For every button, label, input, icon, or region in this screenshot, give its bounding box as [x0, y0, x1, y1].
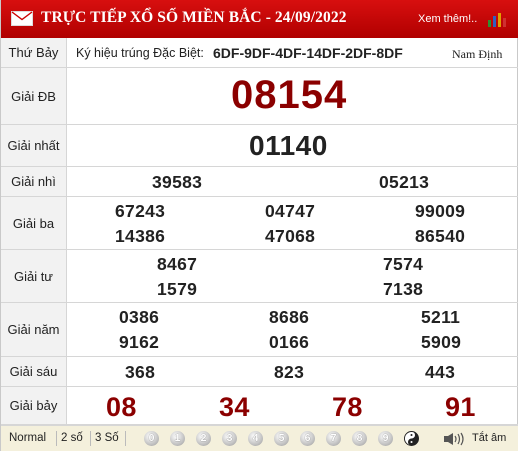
prize-number: 67243 [115, 201, 166, 221]
prize-number: 5211 [421, 307, 461, 327]
mute-button[interactable]: Tắt âm [472, 432, 506, 444]
prize-number: 1579 [157, 279, 198, 299]
prize-label: Giải năm [1, 303, 67, 356]
prize-row-special: Giải ĐB 08154 [1, 68, 518, 125]
digit-ball-2[interactable]: 2 [196, 431, 211, 446]
prize-label: Giải ba [1, 197, 67, 249]
prize-number: 9162 [119, 332, 160, 352]
prize-number: 47068 [265, 226, 316, 246]
prize-number: 86540 [415, 226, 466, 246]
prize-number: 823 [274, 362, 305, 382]
three-digit-mode-button[interactable]: 3 Số [95, 432, 119, 444]
prize-row-third: Giải ba 67243 04747 99009 14386 47068 86… [1, 197, 518, 250]
prize-number: 34 [219, 392, 250, 422]
digit-ball-0[interactable]: 0 [144, 431, 159, 446]
speaker-icon[interactable] [443, 432, 467, 446]
digit-ball-8[interactable]: 8 [352, 431, 367, 446]
two-digit-mode-button[interactable]: 2 số [61, 432, 83, 444]
digit-ball-3[interactable]: 3 [222, 431, 237, 446]
mail-icon [11, 11, 33, 26]
prize-number: 8686 [269, 307, 310, 327]
prize-label: Giải sáu [1, 357, 67, 386]
prize-number: 39583 [152, 172, 203, 192]
prize-number: 368 [125, 362, 156, 382]
prize-row-first: Giải nhất 01140 [1, 125, 518, 167]
prize-number: 14386 [115, 226, 166, 246]
prize-number: 0166 [269, 332, 310, 352]
prize-number: 99009 [415, 201, 466, 221]
special-codes: 6DF-9DF-4DF-14DF-2DF-8DF [213, 45, 403, 61]
display-toolbar: Normal 2 số 3 Số 0 1 2 3 4 5 6 7 8 9 Tắt… [1, 425, 518, 451]
prize-row-fifth: Giải năm 0386 8686 5211 9162 0166 5909 [1, 303, 518, 357]
header-title: TRỰC TIẾP XỔ SỐ MIỀN BẮC - 24/09/2022 [41, 9, 347, 26]
prize-number: 5909 [421, 332, 462, 352]
prize-number: 8467 [157, 254, 198, 274]
prize-number: 7574 [383, 254, 424, 274]
prize-number: 01140 [249, 130, 328, 161]
divider [125, 431, 126, 446]
normal-mode-button[interactable]: Normal [9, 432, 46, 444]
results-header: TRỰC TIẾP XỔ SỐ MIỀN BẮC - 24/09/2022 Xe… [1, 0, 518, 38]
see-more-link[interactable]: Xem thêm!.. [418, 13, 477, 25]
prize-number: 91 [445, 392, 476, 422]
prize-number: 08 [106, 392, 137, 422]
prize-number: 443 [425, 362, 456, 382]
prize-number: 7138 [383, 279, 424, 299]
prize-label: Giải nhì [1, 167, 67, 196]
digit-ball-7[interactable]: 7 [326, 431, 341, 446]
divider [56, 431, 57, 446]
prize-label: Giải tư [1, 250, 67, 302]
prize-row-fourth: Giải tư 8467 7574 1579 7138 [1, 250, 518, 303]
prize-number: 78 [332, 392, 363, 422]
lottery-results-panel: TRỰC TIẾP XỔ SỐ MIỀN BẮC - 24/09/2022 Xe… [0, 0, 518, 451]
divider [90, 431, 91, 446]
digit-ball-9[interactable]: 9 [378, 431, 393, 446]
prize-number: 08154 [231, 73, 348, 117]
special-code-label: Ký hiệu trúng Đặc Biệt: [76, 46, 204, 60]
digit-ball-6[interactable]: 6 [300, 431, 315, 446]
prize-label: Giải bảy [1, 387, 67, 424]
info-row: Thứ Bảy Ký hiệu trúng Đặc Biệt: 6DF-9DF-… [1, 38, 518, 68]
digit-ball-1[interactable]: 1 [170, 431, 185, 446]
digit-ball-4[interactable]: 4 [248, 431, 263, 446]
province-name: Nam Định [452, 47, 503, 61]
prize-row-seventh: Giải bảy 08 34 78 91 [1, 387, 518, 425]
prize-number: 04747 [265, 201, 316, 221]
digit-ball-5[interactable]: 5 [274, 431, 289, 446]
prize-label: Giải nhất [1, 125, 67, 166]
prize-row-second: Giải nhì 39583 05213 [1, 167, 518, 197]
bar-chart-icon[interactable] [487, 11, 509, 27]
prize-number: 05213 [379, 172, 430, 192]
prize-row-sixth: Giải sáu 368 823 443 [1, 357, 518, 387]
weekday-label: Thứ Bảy [1, 38, 67, 67]
prize-label: Giải ĐB [1, 68, 67, 124]
yin-yang-icon[interactable] [404, 431, 419, 446]
prize-number: 0386 [119, 307, 160, 327]
